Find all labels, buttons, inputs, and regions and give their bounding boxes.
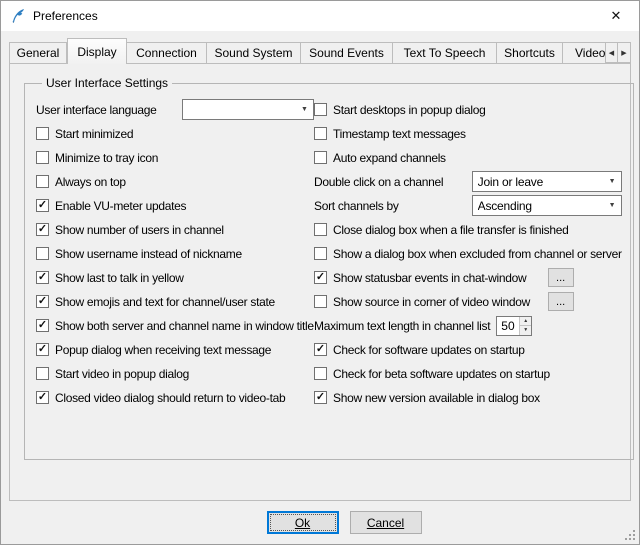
checkbox-closed-video-return[interactable]: ✓ Closed video dialog should return to v…	[36, 386, 314, 409]
tab-strip: General Display Connection Sound System …	[1, 31, 639, 63]
sort-channels-combobox[interactable]: Ascending ▼	[472, 195, 622, 216]
statusbar-events-browse-button[interactable]: ...	[548, 268, 574, 287]
tab-scroll-right-icon[interactable]: ▶	[618, 42, 631, 63]
double-click-label: Double click on a channel	[314, 175, 443, 189]
checkbox-box: ✓	[36, 199, 49, 212]
preferences-window: Preferences ✕ General Display Connection…	[0, 0, 640, 545]
check-icon: ✓	[38, 320, 47, 331]
checkbox-last-to-talk-yellow[interactable]: ✓ Show last to talk in yellow	[36, 266, 314, 289]
checkbox-box: ✓	[314, 343, 327, 356]
checkbox-box: ✓	[36, 271, 49, 284]
checkbox-dialog-when-excluded[interactable]: ✓ Show a dialog box when excluded from c…	[314, 242, 622, 265]
checkbox-box: ✓	[36, 223, 49, 236]
max-text-length-spinbox[interactable]: 50 ▲ ▼	[496, 316, 532, 336]
checkbox-box: ✓	[36, 343, 49, 356]
tab-scroll-left-icon[interactable]: ◀	[605, 42, 618, 63]
checkbox-box: ✓	[314, 103, 327, 116]
language-combobox[interactable]: ▼	[182, 99, 314, 120]
checkbox-video-popup-dialog[interactable]: ✓ Start video in popup dialog	[36, 362, 314, 385]
checkbox-auto-expand-channels[interactable]: ✓ Auto expand channels	[314, 146, 622, 169]
checkbox-statusbar-events[interactable]: ✓ Show statusbar events in chat-window .…	[314, 266, 622, 289]
checkbox-new-version-dialog[interactable]: ✓ Show new version available in dialog b…	[314, 386, 622, 409]
checkbox-box: ✓	[314, 295, 327, 308]
close-icon[interactable]: ✕	[593, 1, 639, 31]
checkbox-emojis-and-text[interactable]: ✓ Show emojis and text for channel/user …	[36, 290, 314, 313]
checkbox-box: ✓	[314, 247, 327, 260]
checkbox-minimize-to-tray[interactable]: ✓ Minimize to tray icon	[36, 146, 314, 169]
language-row: User interface language ▼	[36, 98, 314, 121]
chevron-down-icon: ▼	[296, 106, 313, 113]
checkbox-box: ✓	[314, 127, 327, 140]
checkbox-server-channel-in-title[interactable]: ✓ Show both server and channel name in w…	[36, 314, 314, 337]
check-icon: ✓	[38, 344, 47, 355]
checkbox-box: ✓	[36, 319, 49, 332]
group-title: User Interface Settings	[42, 76, 172, 90]
tab-connection[interactable]: Connection	[127, 42, 207, 63]
double-click-combobox[interactable]: Join or leave ▼	[472, 171, 622, 192]
window-title: Preferences	[33, 9, 98, 23]
check-icon: ✓	[316, 344, 325, 355]
checkbox-timestamp-messages[interactable]: ✓ Timestamp text messages	[314, 122, 622, 145]
app-feather-icon	[10, 8, 26, 24]
check-icon: ✓	[38, 224, 47, 235]
checkbox-vu-meter-updates[interactable]: ✓ Enable VU-meter updates	[36, 194, 314, 217]
spin-down-icon[interactable]: ▼	[520, 326, 531, 335]
checkbox-box: ✓	[36, 391, 49, 404]
check-icon: ✓	[38, 296, 47, 307]
check-icon: ✓	[316, 392, 325, 403]
checkbox-box: ✓	[36, 127, 49, 140]
checkbox-box: ✓	[314, 367, 327, 380]
video-source-browse-button[interactable]: ...	[548, 292, 574, 311]
tab-display[interactable]: Display	[67, 38, 127, 64]
cancel-button[interactable]: Cancel	[350, 511, 422, 534]
checkbox-always-on-top[interactable]: ✓ Always on top	[36, 170, 314, 193]
user-interface-settings-group: User Interface Settings User interface l…	[24, 76, 634, 460]
checkbox-show-video-source[interactable]: ✓ Show source in corner of video window …	[314, 290, 622, 313]
checkbox-check-beta-updates[interactable]: ✓ Check for beta software updates on sta…	[314, 362, 622, 385]
checkbox-box: ✓	[314, 391, 327, 404]
max-text-length-row: Maximum text length in channel list 50 ▲…	[314, 314, 622, 337]
left-column: User interface language ▼ ✓ Start minimi…	[36, 98, 314, 410]
spin-arrows: ▲ ▼	[519, 317, 531, 335]
tab-sound-system[interactable]: Sound System	[207, 42, 301, 63]
checkbox-box: ✓	[36, 151, 49, 164]
title-bar[interactable]: Preferences ✕	[1, 1, 639, 31]
checkbox-box: ✓	[36, 247, 49, 260]
max-text-length-label: Maximum text length in channel list	[314, 319, 490, 333]
checkbox-username-instead-nickname[interactable]: ✓ Show username instead of nickname	[36, 242, 314, 265]
chevron-down-icon: ▼	[604, 178, 621, 185]
checkbox-box: ✓	[36, 295, 49, 308]
check-icon: ✓	[38, 272, 47, 283]
display-tab-pane: User Interface Settings User interface l…	[9, 63, 631, 501]
checkbox-start-desktops-popup[interactable]: ✓ Start desktops in popup dialog	[314, 98, 622, 121]
checkbox-box: ✓	[36, 367, 49, 380]
checkbox-popup-on-text-message[interactable]: ✓ Popup dialog when receiving text messa…	[36, 338, 314, 361]
tab-shortcuts[interactable]: Shortcuts	[497, 42, 563, 63]
chevron-down-icon: ▼	[604, 202, 621, 209]
dialog-button-row: Ok Cancel	[25, 501, 640, 544]
tab-scroll-buttons: ◀ ▶	[605, 42, 631, 63]
checkbox-box: ✓	[314, 151, 327, 164]
checkbox-close-on-file-transfer[interactable]: ✓ Close dialog box when a file transfer …	[314, 218, 622, 241]
check-icon: ✓	[38, 392, 47, 403]
checkbox-show-user-count[interactable]: ✓ Show number of users in channel	[36, 218, 314, 241]
language-label: User interface language	[36, 103, 157, 117]
checkbox-check-updates[interactable]: ✓ Check for software updates on startup	[314, 338, 622, 361]
sort-channels-label: Sort channels by	[314, 199, 399, 213]
tab-sound-events[interactable]: Sound Events	[301, 42, 393, 63]
right-column: ✓ Start desktops in popup dialog ✓ Times…	[314, 98, 622, 410]
tab-general[interactable]: General	[9, 42, 67, 63]
checkbox-box: ✓	[314, 271, 327, 284]
spin-up-icon[interactable]: ▲	[520, 317, 531, 327]
sort-channels-row: Sort channels by Ascending ▼	[314, 194, 622, 217]
check-icon: ✓	[38, 200, 47, 211]
checkbox-box: ✓	[36, 175, 49, 188]
double-click-row: Double click on a channel Join or leave …	[314, 170, 622, 193]
tab-text-to-speech[interactable]: Text To Speech	[393, 42, 497, 63]
check-icon: ✓	[316, 272, 325, 283]
checkbox-start-minimized[interactable]: ✓ Start minimized	[36, 122, 314, 145]
ok-button[interactable]: Ok	[267, 511, 339, 534]
checkbox-box: ✓	[314, 223, 327, 236]
resize-grip[interactable]	[624, 529, 637, 542]
